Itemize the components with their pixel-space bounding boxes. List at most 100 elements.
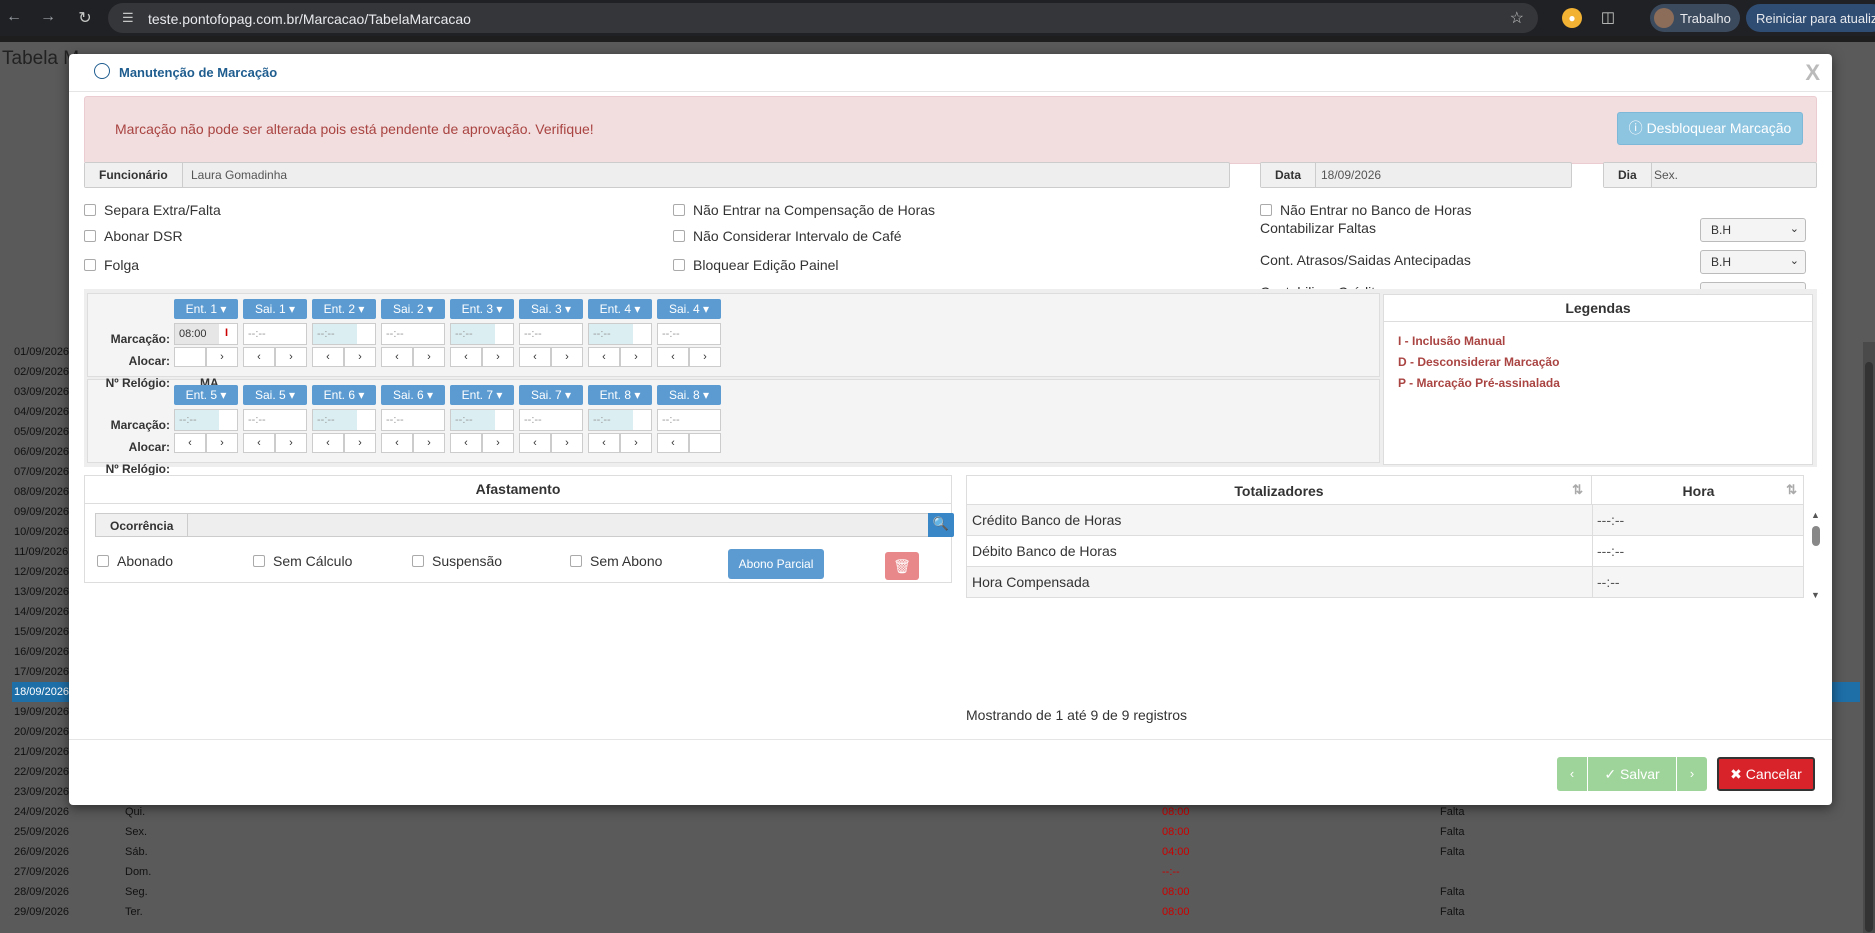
time-input[interactable]: --:--	[174, 409, 238, 431]
chevron-left-icon[interactable]: ‹	[519, 347, 551, 367]
next-button[interactable]: ›	[1677, 757, 1707, 791]
close-button[interactable]: X	[1805, 60, 1820, 86]
sort-icon[interactable]: ⇅	[1572, 482, 1583, 498]
table-row[interactable]: 24/09/2026 Qui. 08:00 Falta	[12, 802, 1860, 822]
time-input[interactable]: --:--	[657, 323, 721, 345]
chevron-right-icon[interactable]: ›	[551, 433, 583, 453]
page-scrollbar[interactable]	[1863, 342, 1875, 933]
chevron-right-icon[interactable]: ›	[275, 433, 307, 453]
chevron-left-icon[interactable]: ‹	[312, 433, 344, 453]
time-column-header[interactable]: Sai. 1 ▾	[243, 299, 307, 319]
time-input[interactable]: --:--	[312, 323, 376, 345]
time-input[interactable]: --:--	[519, 323, 583, 345]
search-icon[interactable]: 🔍	[928, 513, 954, 537]
ocorrencia-field[interactable]: Ocorrência 🔍	[95, 513, 954, 537]
table-row[interactable]: Débito Banco de Horas ---:--	[966, 536, 1804, 567]
chevron-right-icon[interactable]: ›	[413, 433, 445, 453]
chevron-right-icon[interactable]: ›	[206, 347, 238, 367]
table-row[interactable]: 28/09/2026 Seg. 08:00 Falta	[12, 882, 1860, 902]
time-input[interactable]: --:--	[519, 409, 583, 431]
time-column-header[interactable]: Ent. 7 ▾	[450, 385, 514, 405]
select-dropdown[interactable]: B.H⌄	[1700, 250, 1806, 274]
chevron-right-icon[interactable]: ›	[344, 433, 376, 453]
chevron-left-icon[interactable]: ‹	[519, 433, 551, 453]
time-column-header[interactable]: Ent. 6 ▾	[312, 385, 376, 405]
chevron-left-icon[interactable]: ‹	[243, 433, 275, 453]
chevron-right-icon[interactable]: ›	[551, 347, 583, 367]
chevron-right-icon[interactable]: ›	[482, 347, 514, 367]
reload-icon[interactable]: ↻	[75, 8, 95, 28]
dia-field[interactable]: Dia Sex.	[1603, 162, 1817, 188]
time-column-header[interactable]: Ent. 5 ▾	[174, 385, 238, 405]
cancel-button[interactable]: ✖ Cancelar	[1717, 757, 1815, 791]
funcionario-field[interactable]: Funcionário Laura Gomadinha	[84, 162, 1230, 188]
time-input[interactable]: --:--	[243, 323, 307, 345]
chevron-left-icon[interactable]: ‹	[657, 347, 689, 367]
chevron-left-icon[interactable]: ‹	[588, 347, 620, 367]
time-input[interactable]: --:--	[588, 409, 652, 431]
previous-button[interactable]: ‹	[1557, 757, 1587, 791]
time-input[interactable]: --:--	[381, 323, 445, 345]
chevron-right-icon[interactable]: ›	[206, 433, 238, 453]
table-row[interactable]: Crédito Banco de Horas ---:--	[966, 505, 1804, 536]
time-column-header[interactable]: Ent. 2 ▾	[312, 299, 376, 319]
unlock-button[interactable]: ⓘ Desbloquear Marcação	[1617, 112, 1803, 145]
chevron-right-icon[interactable]: ›	[620, 347, 652, 367]
table-row[interactable]: 29/09/2026 Ter. 08:00 Falta	[12, 902, 1860, 922]
save-button[interactable]: ✓ Salvar	[1588, 757, 1676, 791]
totalizadores-scrollbar[interactable]: ▲ ▼	[1809, 510, 1823, 605]
chevron-left-icon[interactable]: ‹	[450, 433, 482, 453]
profile-button[interactable]: Trabalho	[1650, 4, 1740, 32]
chevron-left-icon[interactable]: ‹	[381, 433, 413, 453]
chevron-right-icon[interactable]: ›	[344, 347, 376, 367]
time-input[interactable]: --:--	[450, 409, 514, 431]
table-row[interactable]: 27/09/2026 Dom. --:--	[12, 862, 1860, 882]
update-button[interactable]: Reiniciar para atualizar	[1746, 4, 1875, 32]
time-input[interactable]: --:--	[450, 323, 514, 345]
chevron-right-icon[interactable]: ›	[689, 347, 721, 367]
time-input[interactable]: 08:00 I	[174, 323, 238, 345]
scroll-down-icon[interactable]: ▼	[1811, 590, 1820, 600]
table-row[interactable]: Hora Compensada --:--	[966, 567, 1804, 598]
time-column-header[interactable]: Ent. 4 ▾	[588, 299, 652, 319]
time-input[interactable]: --:--	[243, 409, 307, 431]
time-input[interactable]: --:--	[657, 409, 721, 431]
extensions-puzzle-icon[interactable]: ◫	[1598, 8, 1618, 28]
data-field[interactable]: Data 18/09/2026	[1260, 162, 1572, 188]
time-column-header[interactable]: Sai. 4 ▾	[657, 299, 721, 319]
chevron-left-icon[interactable]: ‹	[381, 347, 413, 367]
chevron-right-icon[interactable]	[689, 433, 721, 453]
time-column-header[interactable]: Ent. 1 ▾	[174, 299, 238, 319]
abono-parcial-button[interactable]: Abono Parcial	[728, 549, 824, 579]
forward-icon[interactable]: →	[38, 8, 58, 26]
chevron-left-icon[interactable]: ‹	[657, 433, 689, 453]
time-input[interactable]: --:--	[381, 409, 445, 431]
chevron-left-icon[interactable]: ‹	[243, 347, 275, 367]
time-column-header[interactable]: Sai. 8 ▾	[657, 385, 721, 405]
time-column-header[interactable]: Ent. 3 ▾	[450, 299, 514, 319]
time-column-header[interactable]: Sai. 7 ▾	[519, 385, 583, 405]
table-row[interactable]: 26/09/2026 Sáb. 04:00 Falta	[12, 842, 1860, 862]
chevron-left-icon[interactable]: ‹	[174, 433, 206, 453]
chevron-left-icon[interactable]: ‹	[588, 433, 620, 453]
chevron-left-icon[interactable]	[174, 347, 206, 367]
site-settings-icon[interactable]: ☰	[122, 10, 134, 26]
chevron-right-icon[interactable]: ›	[482, 433, 514, 453]
extension-icon[interactable]: ●	[1562, 8, 1582, 28]
chevron-left-icon[interactable]: ‹	[450, 347, 482, 367]
scroll-up-icon[interactable]: ▲	[1811, 510, 1820, 520]
chevron-left-icon[interactable]: ‹	[312, 347, 344, 367]
time-input[interactable]: --:--	[312, 409, 376, 431]
time-column-header[interactable]: Ent. 8 ▾	[588, 385, 652, 405]
sort-icon[interactable]: ⇅	[1786, 482, 1797, 498]
select-dropdown[interactable]: B.H⌄	[1700, 218, 1806, 242]
time-column-header[interactable]: Sai. 6 ▾	[381, 385, 445, 405]
address-bar[interactable]: ☰ teste.pontofopag.com.br/Marcacao/Tabel…	[108, 3, 1538, 33]
time-column-header[interactable]: Sai. 2 ▾	[381, 299, 445, 319]
time-input[interactable]: --:--	[588, 323, 652, 345]
chevron-right-icon[interactable]: ›	[413, 347, 445, 367]
back-icon[interactable]: ←	[4, 8, 24, 26]
chevron-right-icon[interactable]: ›	[620, 433, 652, 453]
bookmark-star-icon[interactable]: ☆	[1510, 8, 1524, 28]
table-row[interactable]: 25/09/2026 Sex. 08:00 Falta	[12, 822, 1860, 842]
